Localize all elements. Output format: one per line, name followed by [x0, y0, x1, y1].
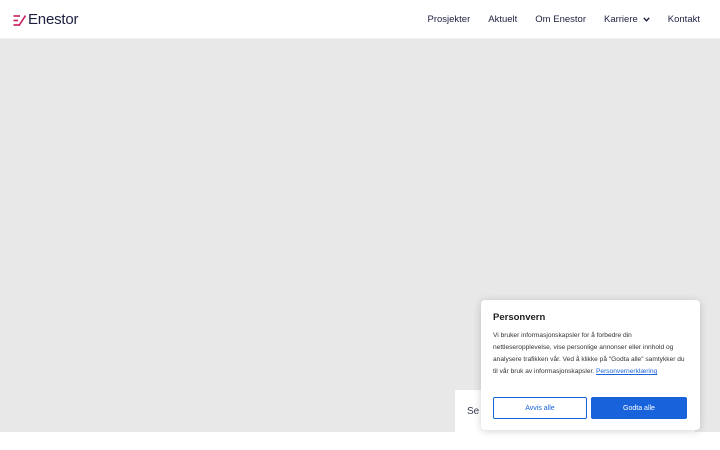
page-content-strip — [0, 432, 720, 450]
nav-item-aktuelt[interactable]: Aktuelt — [488, 14, 517, 25]
cookie-description: Vi bruker informasjonskapsler for å forb… — [493, 330, 689, 378]
nav-item-label: Prosjekter — [427, 14, 471, 25]
nav-item-prosjekter[interactable]: Prosjekter — [427, 14, 470, 25]
privacy-policy-link[interactable]: Personvernerklæring — [596, 368, 657, 375]
nav-item-label: Kontakt — [667, 14, 700, 25]
nav-item-om-enestor[interactable]: Om Enestor — [535, 14, 586, 25]
site-header: Enestor Prosjekter Aktuelt Om Enestor Ka… — [0, 0, 720, 39]
nav-item-label: Om Enestor — [535, 14, 586, 25]
accept-all-button[interactable]: Godta alle — [591, 397, 687, 419]
main-nav: Prosjekter Aktuelt Om Enestor Karriere K… — [427, 0, 720, 39]
cookie-consent-banner: Personvern Vi bruker informasjonskapsler… — [481, 300, 700, 430]
enestor-logo-icon — [13, 14, 26, 26]
chevron-down-icon — [643, 14, 650, 25]
nav-item-label: Aktuelt — [488, 14, 518, 25]
logo-text: Enestor — [28, 11, 79, 28]
cookie-title: Personvern — [493, 312, 546, 323]
nav-item-kontakt[interactable]: Kontakt — [668, 14, 700, 25]
content-card-text: Se — [467, 406, 480, 417]
reject-all-button[interactable]: Avvis alle — [493, 397, 587, 419]
logo[interactable]: Enestor — [13, 11, 78, 29]
nav-item-karriere[interactable]: Karriere — [604, 14, 650, 25]
nav-item-label: Karriere — [603, 14, 638, 25]
